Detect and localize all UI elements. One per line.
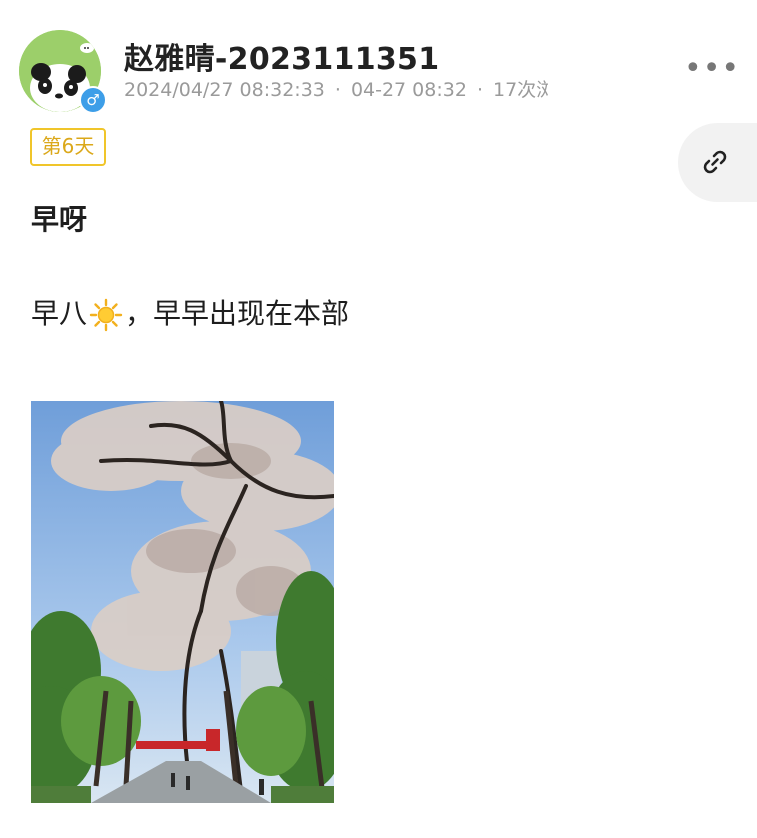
- male-symbol-icon: ♂: [79, 86, 107, 114]
- post-timestamp: 2024/04/27 08:32:33: [124, 79, 325, 101]
- view-count: 17次浏: [493, 79, 548, 101]
- post-body: 早八 ，早早出现在本部: [31, 292, 349, 332]
- more-dots-icon[interactable]: •••: [684, 54, 739, 84]
- day-tag-badge: 第6天: [30, 128, 106, 166]
- post-title: 早呀: [31, 203, 88, 236]
- sun-emoji-icon: [89, 298, 123, 332]
- post-meta: 2024/04/27 08:32:33 · 04-27 08:32 · 17次浏: [124, 75, 548, 102]
- meta-separator: ·: [334, 79, 341, 101]
- link-icon: [703, 150, 727, 174]
- post-body-end: ，早早出现在本部: [125, 297, 350, 330]
- author-name[interactable]: 赵雅晴-2023111351: [124, 34, 439, 78]
- avatar[interactable]: ♂: [19, 30, 107, 114]
- post-photo[interactable]: [31, 401, 334, 803]
- post-short-time: 04-27 08:32: [350, 79, 467, 101]
- meta-separator: ·: [476, 79, 483, 101]
- post-body-start: 早八: [31, 297, 88, 330]
- tree-photo-image: [31, 401, 334, 803]
- link-button[interactable]: [678, 123, 757, 202]
